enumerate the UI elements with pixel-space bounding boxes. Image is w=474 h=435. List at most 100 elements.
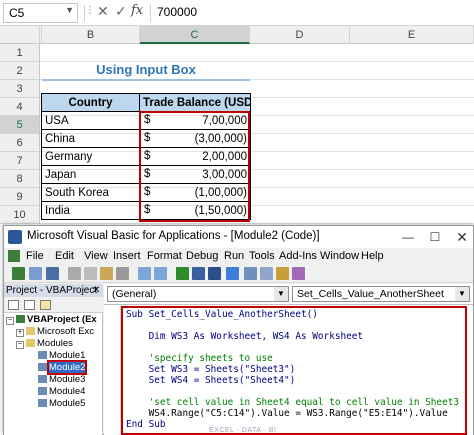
cut-icon[interactable] xyxy=(68,267,81,280)
find-icon[interactable] xyxy=(116,267,129,280)
country-cell[interactable]: China xyxy=(41,129,140,148)
paste-icon[interactable] xyxy=(100,267,113,280)
highlight-box xyxy=(121,306,467,435)
menu-format[interactable]: Format xyxy=(147,250,182,262)
highlight-box xyxy=(139,111,250,222)
chevron-down-icon[interactable]: ▼ xyxy=(65,5,74,15)
undo-icon[interactable] xyxy=(138,267,151,280)
close-icon[interactable]: ✕ xyxy=(452,228,472,246)
row-header[interactable]: 9 xyxy=(0,188,40,206)
column-header-d[interactable]: D xyxy=(250,26,350,44)
name-box-value: C5 xyxy=(9,6,25,20)
view-object-icon[interactable] xyxy=(24,300,35,310)
menu-run[interactable]: Run xyxy=(224,250,244,262)
project-explorer-icon[interactable] xyxy=(244,267,257,280)
row-header-selected[interactable]: 5 xyxy=(0,116,40,134)
collapse-icon[interactable]: − xyxy=(16,341,24,349)
procedure-dropdown[interactable]: Set_Cells_Value_AnotherSheet ▼ xyxy=(292,286,470,302)
tree-item-vbaproject[interactable]: − VBAProject (Ex xyxy=(6,314,97,325)
procedure-dropdown-value: Set_Cells_Value_AnotherSheet xyxy=(297,288,444,300)
collapse-icon[interactable]: − xyxy=(6,317,14,325)
header-country[interactable]: Country xyxy=(41,93,140,112)
module-icon xyxy=(38,375,47,383)
row-header[interactable]: 10 xyxy=(0,206,40,224)
tree-item-module2[interactable]: Module2 xyxy=(38,360,88,375)
minimize-icon[interactable]: — xyxy=(398,228,418,246)
project-toolbar xyxy=(4,297,103,313)
code-editor[interactable]: Sub Set_Cells_Value_AnotherSheet() Dim W… xyxy=(104,304,473,435)
properties-icon[interactable] xyxy=(260,267,273,280)
tree-label: Module1 xyxy=(49,350,86,361)
object-dropdown-value: (General) xyxy=(112,288,157,300)
excel-view-icon[interactable] xyxy=(12,267,25,280)
chevron-down-icon[interactable]: ▼ xyxy=(274,287,288,301)
menu-tools[interactable]: Tools xyxy=(249,250,275,262)
close-icon[interactable]: ✕ xyxy=(92,284,100,297)
more-icon: ⋮ xyxy=(85,5,95,16)
column-header-e[interactable]: E xyxy=(350,26,474,44)
reset-icon[interactable] xyxy=(208,267,221,280)
column-header-b[interactable]: B xyxy=(42,26,140,44)
insert-function-icon[interactable]: fx xyxy=(131,3,143,18)
project-explorer-header: Project - VBAProject ✕ xyxy=(4,284,103,297)
formula-input[interactable]: 700000 xyxy=(150,4,470,22)
break-icon[interactable] xyxy=(192,267,205,280)
row-header[interactable]: 4 xyxy=(0,98,40,116)
folder-icon xyxy=(26,327,35,335)
country-cell[interactable]: Germany xyxy=(41,147,140,166)
module-icon xyxy=(38,387,47,395)
country-cell[interactable]: USA xyxy=(41,111,140,130)
enter-icon[interactable]: ✓ xyxy=(115,3,127,20)
header-trade-balance[interactable]: Trade Balance (USD) xyxy=(139,93,251,112)
tree-item-module4[interactable]: Module4 xyxy=(38,386,85,397)
module-icon xyxy=(38,351,47,359)
design-mode-icon[interactable] xyxy=(226,267,239,280)
copy-icon[interactable] xyxy=(84,267,97,280)
row-header[interactable]: 6 xyxy=(0,134,40,152)
name-box[interactable]: C5 ▼ xyxy=(3,3,78,23)
menu-edit[interactable]: Edit xyxy=(55,250,74,262)
project-icon xyxy=(16,315,25,323)
menu-bar: File Edit View Insert Format Debug Run T… xyxy=(4,248,473,265)
menu-file[interactable]: File xyxy=(26,250,44,262)
row-header[interactable]: 3 xyxy=(0,80,40,98)
object-dropdown[interactable]: (General) ▼ xyxy=(107,286,289,302)
object-browser-icon[interactable] xyxy=(276,267,289,280)
tree-item-modules[interactable]: − Modules xyxy=(16,338,73,349)
menu-view[interactable]: View xyxy=(84,250,108,262)
tree-item-module3[interactable]: Module3 xyxy=(38,374,85,385)
menu-debug[interactable]: Debug xyxy=(186,250,218,262)
window-title: Microsoft Visual Basic for Applications … xyxy=(27,230,320,242)
sheet-title: Using Input Box xyxy=(96,62,196,77)
select-all-corner[interactable] xyxy=(0,26,40,44)
excel-icon[interactable] xyxy=(8,250,20,262)
country-cell[interactable]: India xyxy=(41,201,140,220)
row-header[interactable]: 1 xyxy=(0,44,40,62)
column-header-c[interactable]: C xyxy=(140,26,250,44)
save-icon[interactable] xyxy=(46,267,59,280)
country-cell[interactable]: South Korea xyxy=(41,183,140,202)
menu-help[interactable]: Help xyxy=(361,250,384,262)
row-header[interactable]: 2 xyxy=(0,62,40,80)
run-icon[interactable] xyxy=(176,267,189,280)
maximize-icon[interactable]: ☐ xyxy=(425,228,445,246)
tree-item-objects[interactable]: + Microsoft Exc xyxy=(16,326,94,337)
row-header[interactable]: 8 xyxy=(0,170,40,188)
folder-icon xyxy=(26,339,35,347)
menu-insert[interactable]: Insert xyxy=(113,250,141,262)
menu-window[interactable]: Window xyxy=(320,250,359,262)
toolbox-icon[interactable] xyxy=(292,267,305,280)
country-cell[interactable]: Japan xyxy=(41,165,140,184)
menu-addins[interactable]: Add-Ins xyxy=(279,250,317,262)
title-bar[interactable]: Microsoft Visual Basic for Applications … xyxy=(4,226,473,248)
cancel-icon[interactable]: ✕ xyxy=(97,3,109,20)
tree-item-module1[interactable]: Module1 xyxy=(38,350,85,361)
expand-icon[interactable]: + xyxy=(16,329,24,337)
toggle-folders-icon[interactable] xyxy=(40,300,51,310)
view-code-icon[interactable] xyxy=(8,300,19,310)
insert-module-icon[interactable] xyxy=(29,267,42,280)
tree-item-module5[interactable]: Module5 xyxy=(38,398,85,409)
chevron-down-icon[interactable]: ▼ xyxy=(455,287,469,301)
redo-icon[interactable] xyxy=(154,267,167,280)
row-header[interactable]: 7 xyxy=(0,152,40,170)
